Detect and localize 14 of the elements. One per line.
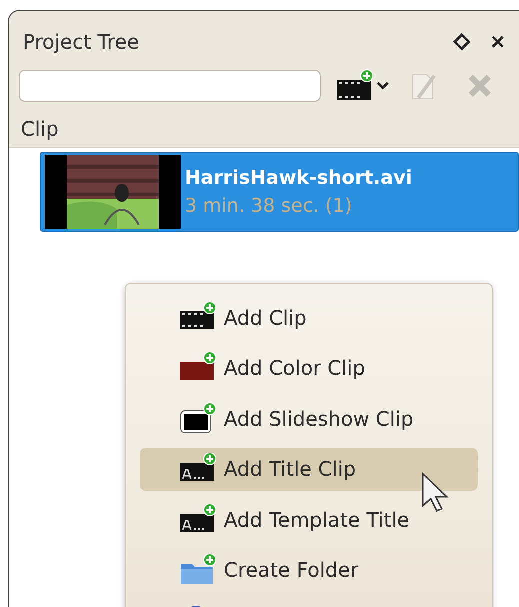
menu-item[interactable]: Add Template Title bbox=[140, 498, 478, 542]
menu-item[interactable]: Add Slideshow Clip bbox=[140, 397, 478, 440]
menu-item[interactable]: Add Color Clip bbox=[140, 346, 478, 390]
search-field[interactable] bbox=[19, 70, 321, 102]
menu-item[interactable]: Add Title Clip bbox=[140, 448, 478, 491]
menu-item[interactable]: Add Clip bbox=[140, 296, 478, 339]
panel-title: Project Tree bbox=[23, 30, 140, 54]
float-icon[interactable] bbox=[451, 31, 473, 53]
clip-duration: 3 min. 38 sec. (1) bbox=[185, 195, 354, 217]
menu-item[interactable]: Create Folder bbox=[140, 548, 478, 592]
folder-add-icon bbox=[180, 554, 216, 586]
slideshow-add-icon bbox=[180, 402, 216, 435]
mouse-pointer-icon bbox=[420, 472, 450, 514]
clip-name: HarrisHawk-short.avi bbox=[185, 167, 412, 189]
